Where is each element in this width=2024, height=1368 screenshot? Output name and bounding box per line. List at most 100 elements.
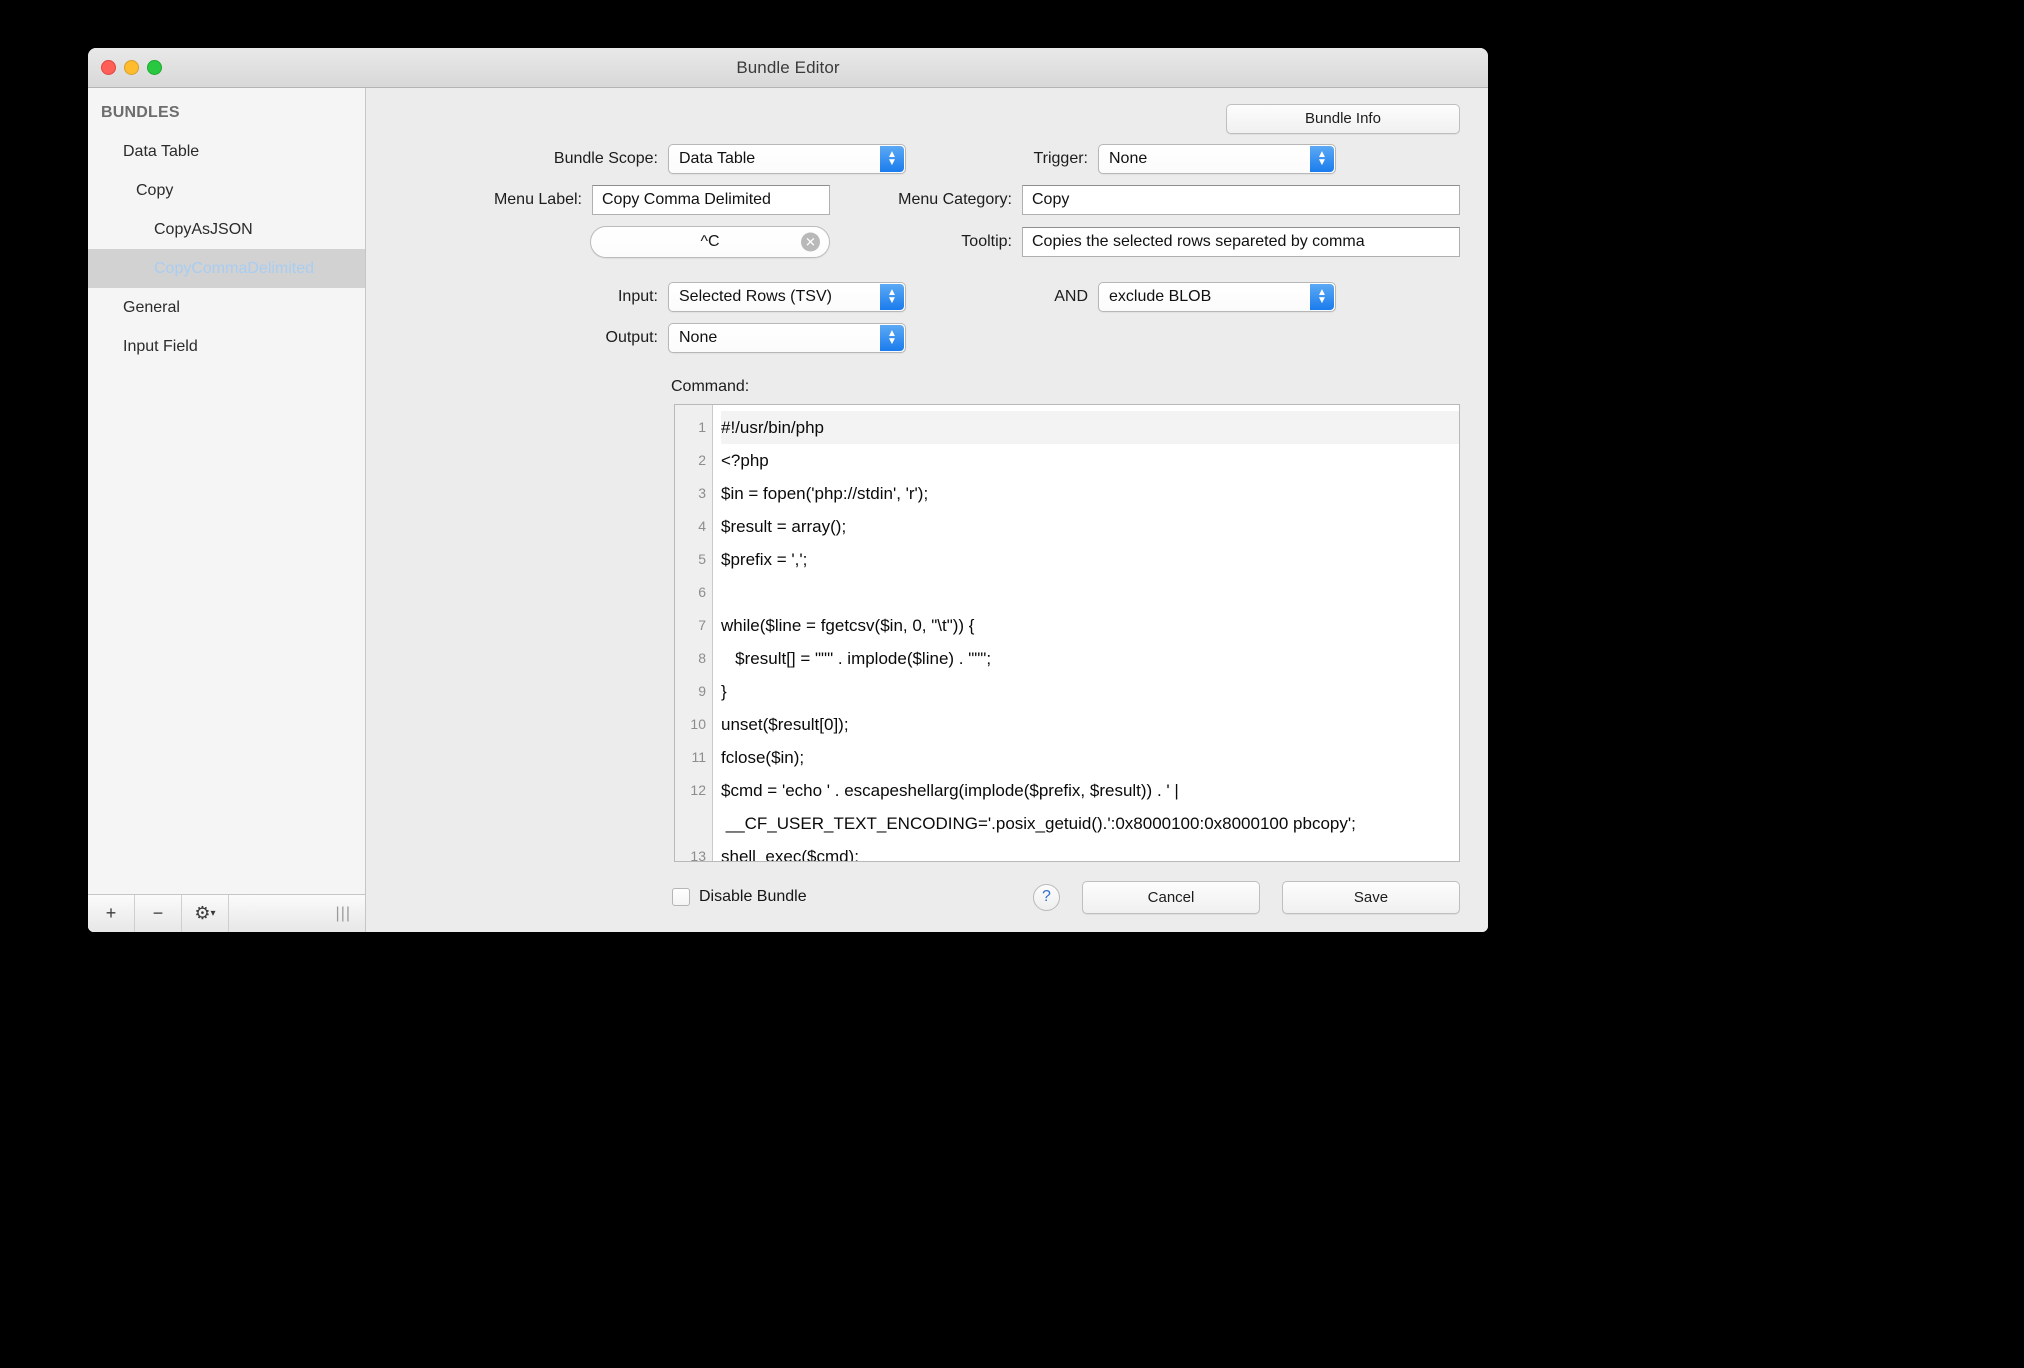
code-line: $result = array(); bbox=[721, 510, 1459, 543]
traffic-light-buttons bbox=[101, 60, 162, 75]
and-label: AND bbox=[906, 288, 1098, 306]
gear-icon: ⚙ bbox=[194, 903, 210, 924]
bundle-info-button[interactable]: Bundle Info bbox=[1226, 104, 1460, 134]
input-select[interactable]: Selected Rows (TSV) ▲▼ bbox=[668, 282, 906, 312]
bundle-info-row: Bundle Info bbox=[366, 88, 1488, 134]
sidebar-header: BUNDLES bbox=[88, 98, 365, 132]
sidebar-item-general[interactable]: General bbox=[88, 288, 365, 327]
help-button[interactable]: ? bbox=[1033, 884, 1060, 911]
line-number: 11 bbox=[675, 741, 712, 774]
menu-label-label: Menu Label: bbox=[494, 191, 592, 209]
line-number: 5 bbox=[675, 543, 712, 576]
bundle-tree: BUNDLES Data Table Copy CopyAsJSON CopyC… bbox=[88, 88, 365, 894]
form-row-shortcut-tooltip: ^C ✕ Tooltip: Copies the selected rows s… bbox=[366, 226, 1460, 258]
chevron-updown-icon: ▲▼ bbox=[880, 146, 904, 172]
form-row-scope-trigger: Bundle Scope: Data Table ▲▼ Trigger: Non… bbox=[366, 144, 1460, 174]
line-number: 7 bbox=[675, 609, 712, 642]
trigger-value: None bbox=[1109, 150, 1147, 168]
code-line: unset($result[0]); bbox=[721, 708, 1459, 741]
chevron-updown-icon: ▲▼ bbox=[880, 284, 904, 310]
trigger-select[interactable]: None ▲▼ bbox=[1098, 144, 1336, 174]
and-select[interactable]: exclude BLOB ▲▼ bbox=[1098, 282, 1336, 312]
command-code-editor[interactable]: 1 2 3 4 5 6 7 8 9 10 11 12 13 #!/usr/bin… bbox=[674, 404, 1460, 862]
gear-menu-button[interactable]: ⚙▾ bbox=[182, 895, 229, 932]
minimize-button[interactable] bbox=[124, 60, 139, 75]
remove-bundle-button[interactable]: − bbox=[135, 895, 182, 932]
code-line: #!/usr/bin/php bbox=[721, 411, 1459, 444]
tooltip-input[interactable]: Copies the selected rows separeted by co… bbox=[1022, 227, 1460, 257]
chevron-updown-icon: ▲▼ bbox=[880, 325, 904, 351]
line-number: 9 bbox=[675, 675, 712, 708]
input-label: Input: bbox=[618, 288, 668, 306]
line-number-gutter: 1 2 3 4 5 6 7 8 9 10 11 12 13 bbox=[675, 405, 713, 861]
line-number: 12 bbox=[675, 774, 712, 840]
line-number: 1 bbox=[675, 411, 712, 444]
code-line: while($line = fgetcsv($in, 0, "\t")) { bbox=[721, 609, 1459, 642]
code-line: shell_exec($cmd); bbox=[721, 840, 1459, 862]
window-body: BUNDLES Data Table Copy CopyAsJSON CopyC… bbox=[88, 88, 1488, 932]
sidebar-item-copycommadelimited[interactable]: CopyCommaDelimited bbox=[88, 249, 365, 288]
form-row-menulabel-category: Menu Label: Copy Comma Delimited Menu Ca… bbox=[366, 185, 1460, 215]
chevron-updown-icon: ▲▼ bbox=[1310, 284, 1334, 310]
keyboard-shortcut-recorder[interactable]: ^C ✕ bbox=[590, 226, 830, 258]
form-row-output: Output: None ▲▼ bbox=[366, 323, 1460, 353]
bundle-scope-label: Bundle Scope: bbox=[554, 150, 668, 168]
line-number: 4 bbox=[675, 510, 712, 543]
form-row-input-and: Input: Selected Rows (TSV) ▲▼ AND exclud… bbox=[366, 282, 1460, 312]
bundle-scope-select[interactable]: Data Table ▲▼ bbox=[668, 144, 906, 174]
editor-pane: Bundle Info Bundle Scope: Data Table ▲▼ … bbox=[366, 88, 1488, 932]
code-line: } bbox=[721, 675, 1459, 708]
shortcut-value: ^C bbox=[700, 233, 719, 251]
chevron-updown-icon: ▲▼ bbox=[1310, 146, 1334, 172]
menu-category-input[interactable]: Copy bbox=[1022, 185, 1460, 215]
menu-category-label: Menu Category: bbox=[830, 191, 1022, 209]
window-title: Bundle Editor bbox=[88, 58, 1488, 78]
sidebar-item-data-table[interactable]: Data Table bbox=[88, 132, 365, 171]
dialog-bottom-bar: Disable Bundle ? Cancel Save bbox=[366, 862, 1488, 932]
sidebar-item-copyasjson[interactable]: CopyAsJSON bbox=[88, 210, 365, 249]
sidebar-footer-spacer: ||| bbox=[229, 895, 365, 932]
resize-grip-icon[interactable]: ||| bbox=[336, 905, 351, 923]
code-line: $in = fopen('php://stdin', 'r'); bbox=[721, 477, 1459, 510]
close-button[interactable] bbox=[101, 60, 116, 75]
disable-bundle-label: Disable Bundle bbox=[699, 888, 807, 906]
cancel-button[interactable]: Cancel bbox=[1082, 881, 1260, 914]
line-number: 6 bbox=[675, 576, 712, 609]
clear-shortcut-icon[interactable]: ✕ bbox=[801, 233, 820, 252]
sidebar-item-copy[interactable]: Copy bbox=[88, 171, 365, 210]
line-number: 13 bbox=[675, 840, 712, 862]
sidebar-item-input-field[interactable]: Input Field bbox=[88, 327, 365, 366]
bundle-scope-value: Data Table bbox=[679, 150, 755, 168]
line-number: 3 bbox=[675, 477, 712, 510]
disable-bundle-checkbox[interactable] bbox=[672, 888, 690, 906]
line-number: 10 bbox=[675, 708, 712, 741]
input-value: Selected Rows (TSV) bbox=[679, 288, 832, 306]
code-line: $result[] = """ . implode($line) . """; bbox=[721, 642, 1459, 675]
tooltip-label: Tooltip: bbox=[830, 233, 1022, 251]
trigger-label: Trigger: bbox=[906, 150, 1098, 168]
zoom-button[interactable] bbox=[147, 60, 162, 75]
command-label: Command: bbox=[671, 378, 1488, 396]
output-select[interactable]: None ▲▼ bbox=[668, 323, 906, 353]
add-bundle-button[interactable]: + bbox=[88, 895, 135, 932]
chevron-down-icon: ▾ bbox=[211, 908, 216, 919]
save-button[interactable]: Save bbox=[1282, 881, 1460, 914]
menu-label-input[interactable]: Copy Comma Delimited bbox=[592, 185, 830, 215]
code-line: fclose($in); bbox=[721, 741, 1459, 774]
sidebar-footer-toolbar: + − ⚙▾ ||| bbox=[88, 894, 365, 932]
output-label: Output: bbox=[606, 329, 668, 347]
sidebar: BUNDLES Data Table Copy CopyAsJSON CopyC… bbox=[88, 88, 366, 932]
and-value: exclude BLOB bbox=[1109, 288, 1211, 306]
line-number: 8 bbox=[675, 642, 712, 675]
disable-bundle-checkbox-group[interactable]: Disable Bundle bbox=[672, 888, 807, 906]
code-line bbox=[721, 576, 1459, 609]
code-line: $cmd = 'echo ' . escapeshellarg(implode(… bbox=[721, 774, 1459, 840]
line-number: 2 bbox=[675, 444, 712, 477]
code-line: $prefix = ','; bbox=[721, 543, 1459, 576]
code-line: <?php bbox=[721, 444, 1459, 477]
code-lines[interactable]: #!/usr/bin/php <?php $in = fopen('php://… bbox=[713, 405, 1459, 861]
output-value: None bbox=[679, 329, 717, 347]
bundle-editor-window: Bundle Editor BUNDLES Data Table Copy Co… bbox=[88, 48, 1488, 932]
dialog-actions: ? Cancel Save bbox=[1033, 881, 1460, 914]
bundle-form: Bundle Scope: Data Table ▲▼ Trigger: Non… bbox=[366, 134, 1488, 364]
